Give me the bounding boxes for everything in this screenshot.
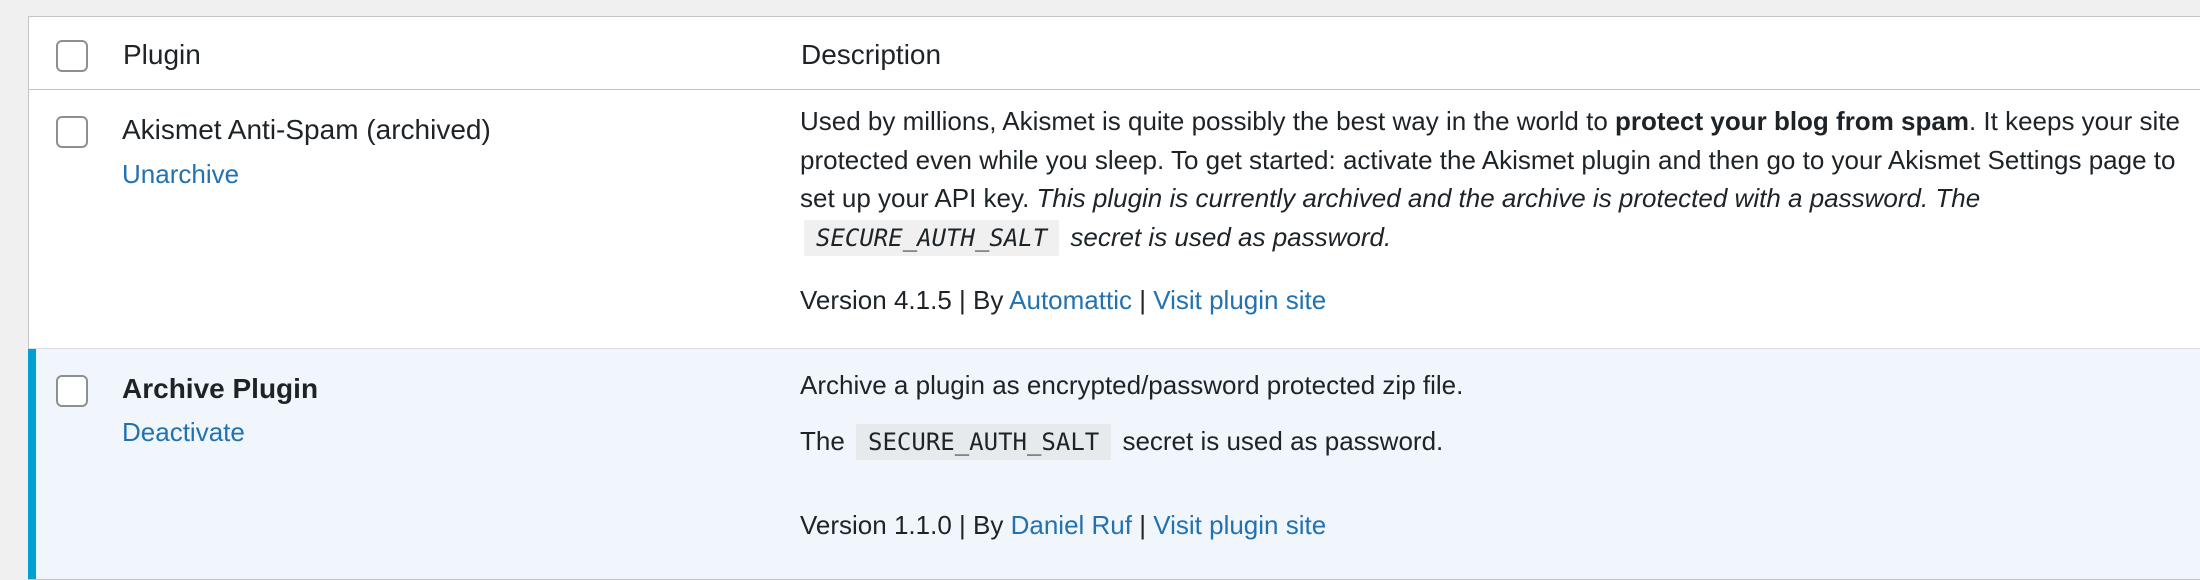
description-column-header: Description	[801, 39, 942, 70]
description-bold: protect your blog from spam	[1615, 106, 1969, 136]
plugin-checkbox[interactable]	[56, 116, 88, 148]
version-label: Version 4.1.5	[800, 285, 952, 315]
description-text: Used by millions, Akismet is quite possi…	[800, 106, 1616, 136]
archive-note-end: secret is used as password.	[1063, 221, 1392, 252]
unarchive-link[interactable]: Unarchive	[122, 159, 239, 190]
visit-plugin-site-link[interactable]: Visit plugin site	[1153, 510, 1326, 540]
deactivate-link[interactable]: Deactivate	[122, 417, 245, 448]
plugin-row-archive-plugin: Archive Plugin Deactivate Archive a plug…	[28, 349, 2200, 579]
plugin-name: Archive Plugin	[122, 373, 319, 404]
plugin-description: Used by millions, Akismet is quite possi…	[800, 102, 2190, 257]
by-label: By	[973, 285, 1004, 315]
plugin-meta: Version 4.1.5 | By Automattic | Visit pl…	[800, 285, 1327, 315]
plugin-description: Archive a plugin as encrypted/password p…	[800, 366, 2190, 461]
plugin-column-header[interactable]: Plugin	[123, 39, 201, 71]
description-text: Archive a plugin as encrypted/password p…	[800, 370, 1464, 400]
description-text-pre: The	[800, 425, 853, 456]
secret-key-code: SECURE_AUTH_SALT	[856, 423, 1112, 460]
author-link[interactable]: Daniel Ruf	[1011, 510, 1132, 540]
author-link[interactable]: Automattic	[1009, 285, 1132, 315]
plugin-meta: Version 1.1.0 | By Daniel Ruf | Visit pl…	[800, 510, 1327, 540]
version-label: Version 1.1.0	[800, 510, 952, 540]
archive-note: This plugin is currently archived and th…	[1036, 183, 1981, 213]
plugins-table: Plugin Description Akismet Anti-Spam (ar…	[28, 16, 2200, 580]
plugin-checkbox[interactable]	[56, 375, 88, 407]
description-text-post: secret is used as password.	[1115, 425, 1444, 456]
select-all-checkbox[interactable]	[56, 40, 88, 72]
by-label: By	[973, 510, 1004, 540]
secret-key-code: SECURE_AUTH_SALT	[804, 219, 1060, 256]
plugin-name: Akismet Anti-Spam (archived)	[122, 114, 491, 145]
plugin-row-akismet: Akismet Anti-Spam (archived) Unarchive U…	[29, 90, 2200, 349]
visit-plugin-site-link[interactable]: Visit plugin site	[1153, 285, 1326, 315]
active-indicator	[28, 349, 36, 579]
table-header: Plugin Description	[29, 17, 2200, 90]
